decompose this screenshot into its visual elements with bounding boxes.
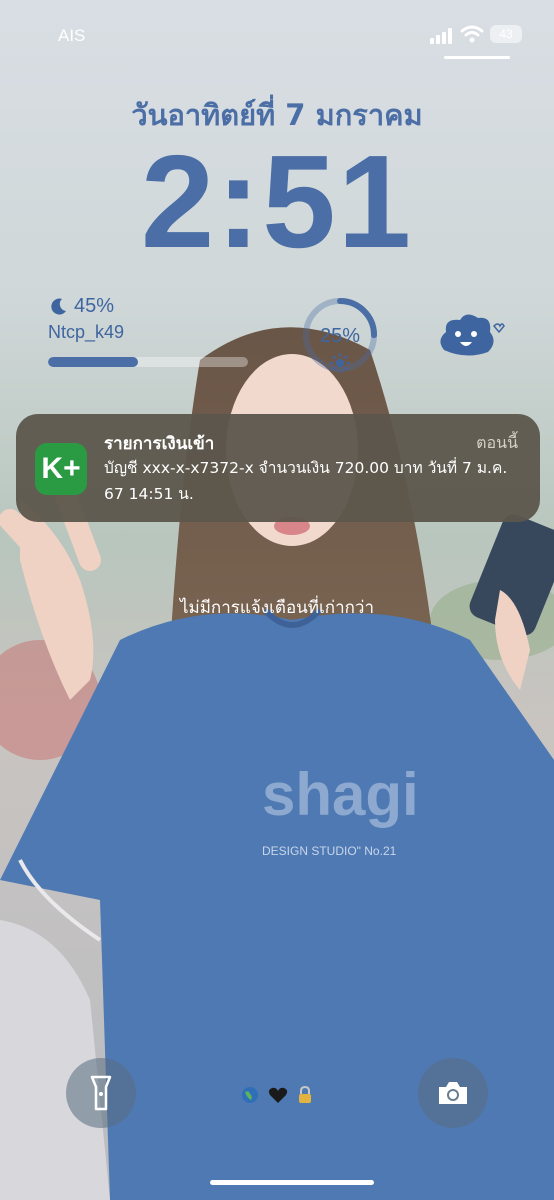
notification-title: รายการเงินเข้า	[104, 434, 215, 454]
flashlight-icon	[90, 1075, 112, 1111]
carrier-label: AIS	[58, 26, 86, 45]
battery-widget-bar	[48, 357, 248, 367]
battery-widget-bar-fill	[48, 357, 138, 367]
battery-widget-percent: 45%	[74, 295, 115, 317]
lock-time[interactable]: 2:51	[0, 132, 554, 272]
moon-icon	[51, 298, 66, 315]
ring-widget-label: 25%	[319, 325, 361, 347]
black-heart-icon	[268, 1087, 288, 1103]
ring-widget[interactable]: 25%	[300, 295, 380, 375]
focus-indicators	[241, 1086, 313, 1104]
notification-card[interactable]: K+ รายการเงินเข้า ตอนนี้ บัญชี xxx-x-x73…	[16, 414, 540, 522]
signal-bars-icon	[430, 28, 452, 44]
status-indicator-bar	[444, 56, 510, 59]
battery-widget[interactable]: 45% Ntcp_k49	[48, 295, 248, 367]
camera-button[interactable]	[418, 1058, 488, 1128]
sun-icon	[330, 353, 350, 373]
no-older-notifications-label: ไม่มีการแจ้งเตือนที่เก่ากว่า	[179, 598, 375, 618]
wifi-icon	[460, 25, 484, 43]
battery-widget-device: Ntcp_k49	[48, 322, 125, 342]
notification-time: ตอนนี้	[476, 433, 518, 452]
battery-icon: 43	[490, 25, 522, 43]
battery-level: 43	[499, 27, 513, 41]
notification-body: บัญชี xxx-x-x7372-x จำนวนเงิน 720.00 บาท…	[104, 459, 508, 503]
svg-text:DESIGN STUDIO" No.21: DESIGN STUDIO" No.21	[262, 844, 397, 858]
home-indicator[interactable]	[210, 1180, 374, 1185]
camera-icon	[439, 1082, 467, 1104]
globe-icon	[242, 1087, 258, 1103]
svg-text:shagi: shagi	[262, 761, 419, 828]
cloud-character-icon[interactable]	[436, 310, 506, 364]
status-bar: AIS 43	[0, 0, 554, 60]
flashlight-button[interactable]	[66, 1058, 136, 1128]
lock-icon	[299, 1086, 311, 1103]
app-icon-label: K+	[41, 452, 81, 485]
kplus-app-icon: K+	[35, 443, 87, 495]
